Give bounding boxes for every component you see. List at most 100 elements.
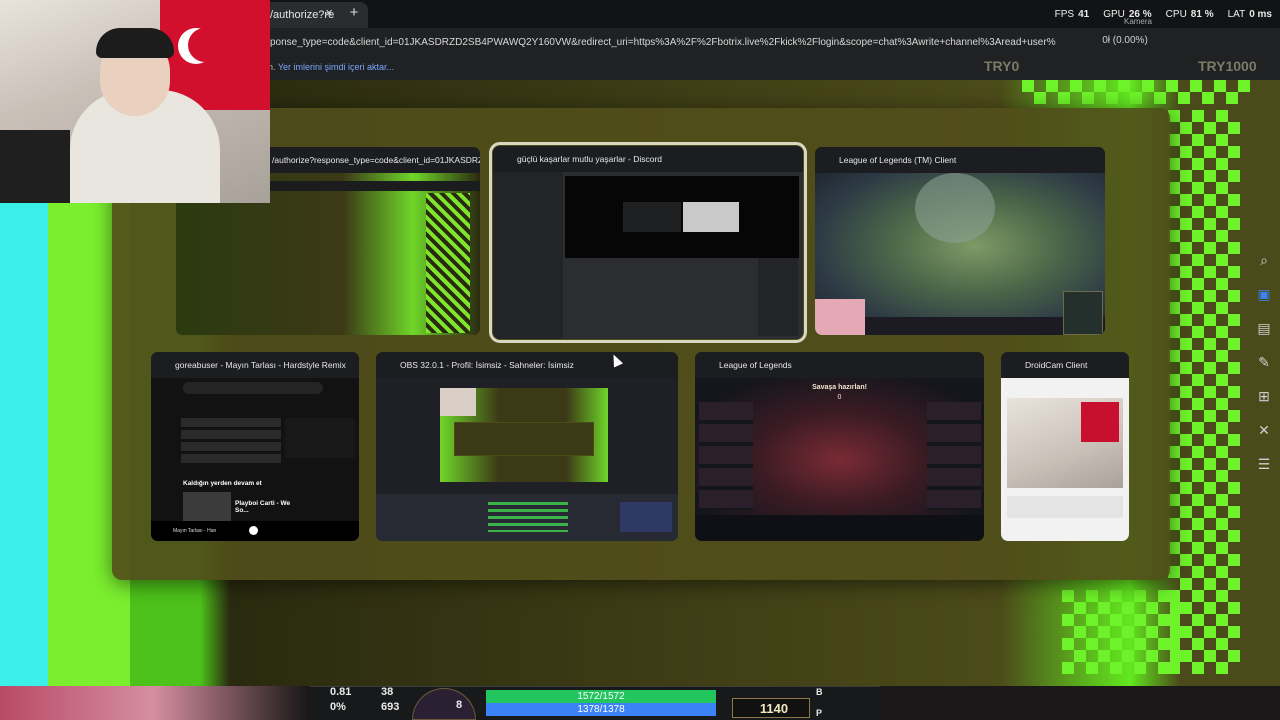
fps-readout: FPS 41 — [1054, 9, 1090, 20]
pixel-block — [1216, 518, 1228, 530]
pixel-block — [1046, 80, 1058, 92]
window-thumbnail-discord[interactable]: güçlü kaşarlar mutlu yaşarlar - Discord — [489, 142, 807, 343]
pixel-block — [1074, 650, 1086, 662]
pixel-block — [1192, 182, 1204, 194]
pixel-block — [1062, 662, 1074, 674]
pixel-block — [1192, 158, 1204, 170]
hud-attack-speed: 0.81 — [330, 686, 352, 698]
window-title: DroidCam Client — [1001, 352, 1129, 378]
desktop-stage: /authorize?re × + ponse_type=code&client… — [0, 0, 1280, 720]
mana-bar: 1378/1378 — [486, 703, 716, 716]
pixel-block — [1228, 434, 1240, 446]
pixel-block — [1158, 614, 1170, 626]
pixel-block — [1204, 410, 1216, 422]
pixel-block — [1204, 314, 1216, 326]
champion-level: 8 — [455, 699, 463, 711]
import-bookmarks-link[interactable]: Yer imlerini şimdi içeri aktar... — [278, 62, 394, 72]
pixel-block — [1170, 626, 1182, 638]
pixel-block — [1180, 554, 1192, 566]
edit-icon[interactable]: ✎ — [1252, 350, 1276, 374]
window-thumbnail-obs[interactable]: OBS 32.0.1 - Profil: İsimsiz - Sahneler:… — [376, 352, 678, 541]
pixel-block — [1180, 458, 1192, 470]
window-preview — [493, 172, 803, 339]
pixel-block — [1228, 458, 1240, 470]
pixel-block — [1216, 638, 1228, 650]
window-thumbnail-league[interactable]: League of Legends Savaşa hazırlan! 0 — [695, 352, 984, 541]
pixel-block — [1216, 182, 1228, 194]
close-icon[interactable]: × — [322, 6, 336, 20]
search-icon[interactable]: ⌕ — [1252, 248, 1276, 272]
pixel-block — [1154, 92, 1166, 104]
pixel-block — [1204, 482, 1216, 494]
pixel-block — [1178, 92, 1190, 104]
pixel-block — [1192, 278, 1204, 290]
gamepad-icon[interactable]: ⊞ — [1252, 384, 1276, 408]
hud-move-speed: 693 — [381, 701, 400, 713]
spotify-greeting: Kaldığın yerden devam et — [183, 480, 262, 487]
pixel-block — [1170, 602, 1182, 614]
save-icon[interactable]: ▤ — [1252, 316, 1276, 340]
pixel-block — [1180, 242, 1192, 254]
pixel-block — [1216, 662, 1228, 674]
pixel-block — [1192, 662, 1204, 674]
pixel-block — [1204, 218, 1216, 230]
tools-icon[interactable]: ✕ — [1252, 418, 1276, 442]
pixel-block — [1134, 662, 1146, 674]
pixel-block — [1226, 92, 1238, 104]
pixel-block — [1228, 146, 1240, 158]
pixel-block — [1216, 470, 1228, 482]
pixel-block — [1228, 170, 1240, 182]
latency-readout: LAT 0 ms — [1227, 9, 1272, 20]
pixel-block — [1228, 410, 1240, 422]
headphones-icon — [96, 28, 174, 58]
new-tab-icon[interactable]: + — [346, 5, 362, 21]
window-thumbnail-spotify[interactable]: goreabuser - Mayın Tarlası - Hardstyle R… — [151, 352, 359, 541]
pixel-block — [1192, 422, 1204, 434]
pixel-block — [1202, 92, 1214, 104]
pixel-block — [1142, 80, 1154, 92]
pixel-block — [1228, 602, 1240, 614]
pixel-block — [1170, 650, 1182, 662]
pixel-block — [1228, 122, 1240, 134]
pixel-block — [1098, 626, 1110, 638]
pixel-block — [1034, 92, 1046, 104]
settings-icon[interactable]: ☰ — [1252, 452, 1276, 476]
spotify-track[interactable]: Playboi Carti - We So... — [235, 500, 299, 514]
pixel-block — [1216, 326, 1228, 338]
photo-icon[interactable]: ▣ — [1252, 282, 1276, 306]
pixel-block — [1216, 590, 1228, 602]
window-thumbnail-lol-client[interactable]: League of Legends (TM) Client — [815, 147, 1105, 335]
pixel-block — [1146, 626, 1158, 638]
pixel-block — [1180, 506, 1192, 518]
pixel-block — [1204, 458, 1216, 470]
pixel-block — [1192, 254, 1204, 266]
pixel-block — [1192, 542, 1204, 554]
play-pause-icon[interactable] — [249, 526, 258, 535]
pixel-block — [1058, 92, 1070, 104]
pixel-block — [1216, 614, 1228, 626]
pixel-block — [1216, 110, 1228, 122]
pixel-block — [1216, 446, 1228, 458]
pixel-block — [1022, 80, 1034, 92]
pixel-block — [1106, 92, 1118, 104]
pixel-block — [1192, 110, 1204, 122]
pixel-block — [1180, 482, 1192, 494]
window-thumbnail-droidcam[interactable]: DroidCam Client — [1001, 352, 1129, 541]
pixel-block — [1228, 626, 1240, 638]
pixel-block — [1204, 530, 1216, 542]
pixel-block — [1134, 590, 1146, 602]
goal-start-label: TRY0 — [984, 58, 1020, 74]
pixel-block — [1180, 530, 1192, 542]
pixel-block — [1238, 80, 1250, 92]
pixel-block — [1180, 578, 1192, 590]
pixel-block — [1192, 302, 1204, 314]
pixel-block — [1180, 122, 1192, 134]
pixel-block — [1204, 386, 1216, 398]
pixel-block — [1228, 506, 1240, 518]
pixel-block — [1228, 554, 1240, 566]
pixel-block — [1180, 146, 1192, 158]
pixel-block — [1216, 230, 1228, 242]
pixel-block — [1180, 170, 1192, 182]
hud-armor: 38 — [381, 686, 394, 698]
pixel-block — [1204, 554, 1216, 566]
